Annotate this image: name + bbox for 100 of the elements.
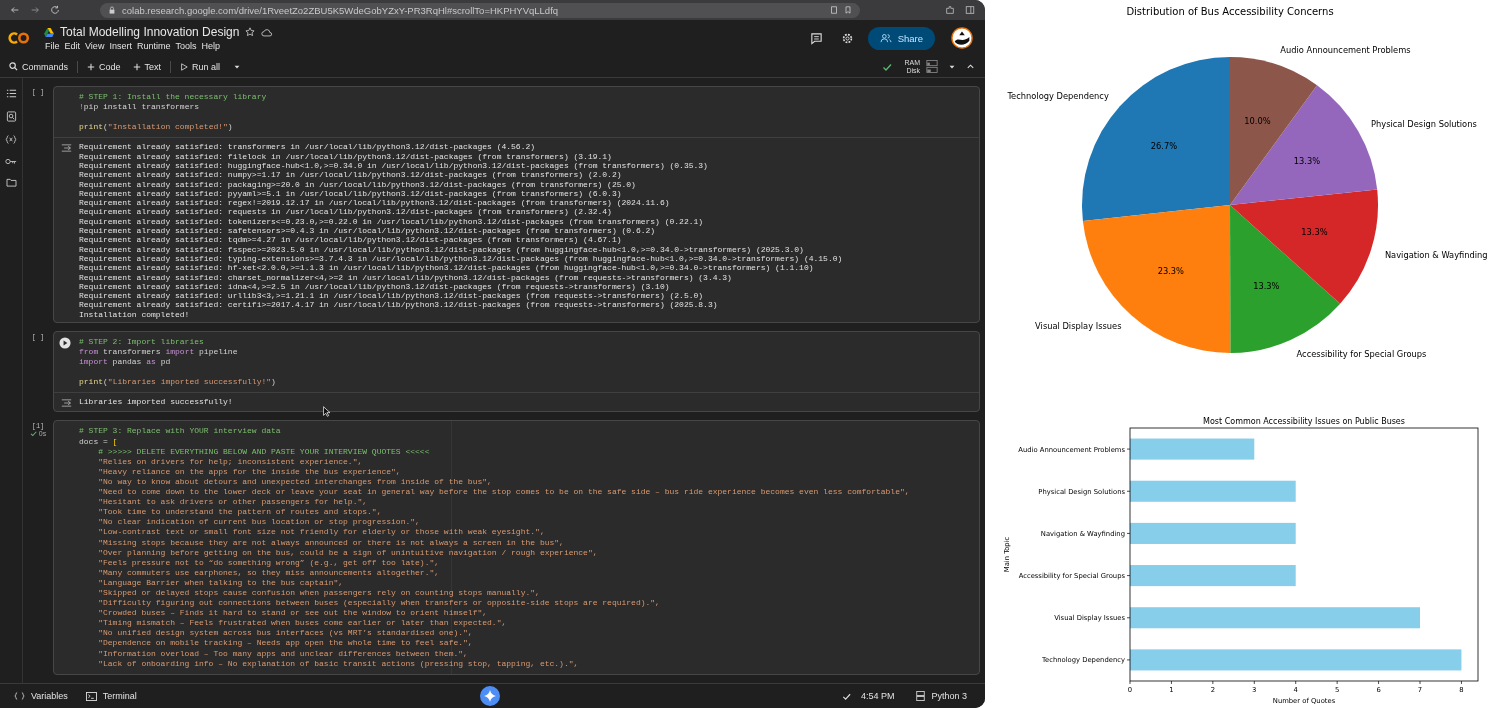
settings-icon[interactable] — [840, 31, 854, 45]
cloud-icon[interactable] — [261, 27, 274, 37]
code-line: "Heavy reliance on the apps for the inside the bus experience", — [97, 466, 402, 477]
output-line: Requirement already satisfied: typing-extensions>=3.7.4.3 in /usr/local/lib/python3.12/dist-packages (from huggingface-hub<1.0,>=0.34.0->transformers) (4.15.0) — [79, 253, 843, 264]
output-line: Requirement already satisfied: numpy>=1.17 in /usr/local/lib/python3.12/dist-packages (from transformers) (2.0.2) — [79, 170, 623, 180]
collapse-icon[interactable] — [966, 62, 975, 71]
output-toggle-icon[interactable] — [61, 143, 72, 154]
code-line: "Took time to understand the pattern of routes and stops.", — [97, 507, 383, 518]
notebook-title[interactable]: Total Modelling Innovation Design — [60, 25, 240, 39]
output-line: Requirement already satisfied: fsspec>=2023.5.0 in /usr/local/lib/python3.12/dist-packages (from huggingface-hub<1.0,>=0.34.0->transformers) (2025.3.0) — [79, 244, 805, 254]
output-line: Requirement already satisfied: idna<4,>=2.5 in /usr/local/lib/python3.12/dist-packages (from requests->transformers) (3.10) — [79, 281, 670, 292]
output-line: Requirement already satisfied: urllib3<3,>=1.21.1 in /usr/local/lib/python3.12/dist-packages (from requests->transformers) (2.5.0) — [79, 291, 705, 301]
extension-icon[interactable] — [945, 5, 955, 15]
percent-label: 13.3% — [1293, 155, 1321, 166]
code-line: "No unified design system across bus interfaces (vs MRT’s standardised one).", — [97, 628, 474, 639]
output-line: Requirement already satisfied: pyyaml>=5.1 in /usr/local/lib/python3.12/dist-packages (from transformers) (6.0.3) — [79, 188, 622, 199]
tick-mark — [1295, 680, 1297, 685]
output-toggle-icon[interactable] — [61, 398, 72, 409]
run-time: 4:54 PM — [860, 691, 895, 701]
code-line: !pip install transformers — [79, 102, 201, 113]
percent-label: 23.3% — [1157, 266, 1184, 277]
check-icon — [841, 691, 851, 701]
tick-mark — [1129, 680, 1131, 685]
comment-icon[interactable] — [809, 31, 823, 45]
check-icon — [29, 430, 37, 438]
variables-button[interactable]: Variables — [10, 691, 72, 701]
people-icon — [879, 33, 892, 43]
url-text: colab.research.google.com/drive/1RveetZo2ZBU5K5WdeGobYZxY-PR3RqHl#scrollTo=HKPHYVqLLdfq — [122, 4, 559, 16]
menu-item[interactable]: Help — [200, 41, 224, 51]
code-line: # STEP 1: Install the necessary library — [79, 92, 268, 103]
share-button[interactable]: Share — [867, 26, 935, 50]
tick-mark — [1253, 680, 1255, 685]
toolbar-button[interactable]: Code — [84, 61, 124, 72]
output-line: Requirement already satisfied: charset_normalizer<4,>=2 in /usr/local/lib/python3.12/dist-packages (from requests->transformers) (3.4.3) — [79, 272, 733, 282]
menu-item[interactable]: File — [44, 41, 64, 51]
toolbar-button[interactable]: Run all — [177, 61, 224, 72]
menu-item[interactable]: View — [84, 41, 109, 51]
output-line: Requirement already satisfied: huggingface-hub<1.0,>=0.34.0 in /usr/local/lib/python3.12/dist-packages (from transformers) (0.35.3) — [79, 160, 709, 171]
terminal-icon — [85, 691, 97, 701]
slice-label: Technology Dependency — [1007, 91, 1109, 102]
toolbar-button[interactable]: Text — [129, 61, 165, 72]
folder-icon[interactable] — [5, 178, 17, 187]
percent-label: 13.3% — [1253, 281, 1280, 292]
terminal-button[interactable]: Terminal — [81, 691, 141, 701]
run-cell-button[interactable] — [59, 337, 71, 349]
code-line: # >>>>> DELETE EVERYTHING BELOW AND PASTE YOUR INTERVIEW QUOTES <<<<< — [97, 446, 431, 457]
slice-label: Navigation & Wayfinding — [1384, 250, 1488, 261]
menu-item[interactable]: Edit — [63, 41, 85, 51]
address-bar[interactable]: colab.research.google.com/drive/1RveetZo2ZBU5K5WdeGobYZxY-PR3RqHl#scrollTo=HKPHYVqLLdfq — [100, 2, 860, 18]
bookmark-icon[interactable] — [844, 6, 852, 14]
code-cell[interactable] — [53, 420, 980, 675]
pointer-cursor-icon — [323, 406, 330, 417]
menu-item[interactable]: Insert — [108, 41, 136, 51]
tick-mark — [1419, 680, 1421, 685]
code-line: print("Libraries imported successfully!") — [79, 377, 277, 388]
find-icon[interactable] — [5, 111, 17, 122]
toolbar-button[interactable]: Commands — [6, 61, 71, 72]
reload-icon[interactable] — [50, 5, 60, 15]
code-line: "Hesitant to ask drivers or other passengers for help.", — [97, 497, 369, 508]
code-line: "Many commuters use earphones, so they miss announcements altogether.", — [97, 567, 441, 578]
output-line: Requirement already satisfied: packaging>=20.0 in /usr/local/lib/python3.12/dist-packages (from transformers) (25.0) — [79, 179, 637, 189]
output-line: Requirement already satisfied: tokenizers<=0.23.0,>=0.22.0 in /usr/local/lib/python3.12/dist-packages (from transformers) (0.22.1) — [79, 216, 705, 227]
key-icon[interactable] — [5, 157, 17, 166]
output-line: Requirement already satisfied: transformers in /usr/local/lib/python3.12/dist-packages (4.56.2) — [79, 142, 537, 152]
chart-title: Distribution of Bus Accessibility Concerns — [1126, 6, 1334, 17]
code-line: "No way to know about detours and unexpected interchanges from inside of the bus", — [97, 476, 493, 488]
menu-item[interactable]: Tools — [174, 41, 201, 51]
output-line: Requirement already satisfied: regex!=2019.12.17 in /usr/local/lib/python3.12/dist-packages (from transformers) (2024.11.6) — [79, 198, 671, 208]
tick-mark — [1171, 680, 1172, 685]
code-line: "Relies on drivers for help; inconsistent experience.", — [97, 456, 364, 467]
runtime-button[interactable]: Python 3 — [912, 691, 971, 701]
code-line: "Feels pressure not to “do something wrong” (e.g., get off too late).", — [97, 557, 441, 568]
avatar[interactable] — [951, 27, 973, 49]
page-icon[interactable] — [830, 6, 838, 14]
tick-mark — [1126, 659, 1131, 661]
output-line: Libraries imported successfully! — [79, 397, 233, 407]
code-line: docs = [ — [79, 436, 119, 447]
gemini-button[interactable] — [480, 686, 500, 706]
code-line: "Information overload – Too many apps and unclear differences between them.", — [97, 648, 469, 659]
tick-mark — [1378, 680, 1379, 685]
colab-logo-icon[interactable] — [6, 30, 32, 46]
check-icon — [882, 61, 893, 72]
code-line: from transformers import pipeline — [79, 347, 239, 358]
output-line: Requirement already satisfied: hf-xet<2.0.0,>=1.1.3 in /usr/local/lib/python3.12/dist-packages (from huggingface-hub<1.0,>=0.34.0->transformers) (1.1.10) — [79, 263, 815, 273]
percent-label: 10.0% — [1244, 115, 1271, 126]
sidebar-icon[interactable] — [965, 5, 975, 15]
code-line: import pandas as pd — [79, 357, 172, 368]
resource-meter-icon[interactable] — [926, 59, 938, 74]
star-icon[interactable] — [245, 27, 256, 37]
code-line: "Crowded buses – Finds it hard to stand or see out the window to orient himself", — [97, 608, 489, 619]
output-line: Requirement already satisfied: certifi>=2017.4.17 in /usr/local/lib/python3.12/dist-packages (from requests->transformers) (2025.8.3) — [79, 300, 719, 310]
code-line: "Missing stops because they are not always announced or there is not always a screen in the bus", — [97, 537, 565, 548]
code-line: "Difficulty figuring out connections between buses (especially when transfers or opposite-side stops are required).", — [97, 598, 661, 609]
back-icon[interactable] — [10, 5, 20, 15]
menu-item[interactable]: Runtime — [135, 41, 175, 51]
code-cell[interactable] — [53, 86, 980, 323]
table-of-contents-icon[interactable] — [5, 88, 17, 99]
variables-icon[interactable] — [5, 134, 17, 145]
code-cell[interactable]: # STEP 2: Import libraries from transformers import pipeline import pandas as pd print("Libraries imported successfully!") Libraries imported successfully! — [53, 331, 980, 413]
code-line: "Timing mismatch – Feels frustrated when buses come earlier or later than expected.", — [97, 618, 508, 629]
